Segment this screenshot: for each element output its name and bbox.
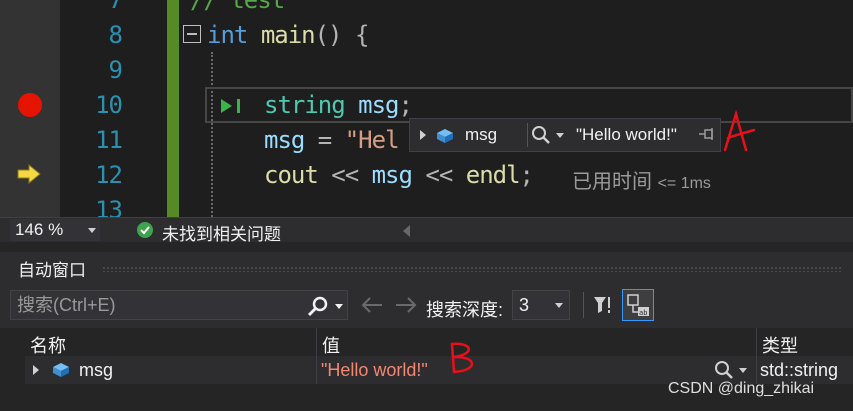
code-punct: ; [519,161,534,189]
expand-icon[interactable] [33,365,39,375]
search-field[interactable] [10,290,348,320]
search-input[interactable] [17,294,297,316]
code-line-12: cout << msg << endl; [264,161,534,189]
search-depth-select[interactable]: 3 [512,290,570,320]
tab-view-button[interactable]: ab [622,289,654,321]
column-type[interactable]: 类型 [762,332,798,358]
search-depth-label: 搜索深度: [426,300,504,320]
pin-icon[interactable] [698,127,716,141]
object-cube-icon [53,363,69,377]
svg-text:ab: ab [639,309,647,317]
code-line-11: msg = "Hel [264,126,400,154]
perf-tip-label: 已用时间 [572,171,652,193]
code-identifier: msg [358,91,399,119]
visualizer-dropdown[interactable] [556,133,564,138]
code-identifier: msg [371,161,413,189]
code-keyword: int [207,21,248,49]
code-string: "Hel [344,126,400,154]
toolbar-divider [583,292,584,318]
editor-status-strip: 146 % 未找到相关问题 [0,217,853,244]
annotation-a [723,110,756,152]
code-punct: ; [398,91,413,119]
code-operator: << [317,161,372,189]
autos-title: 自动窗口 [18,261,86,280]
line-number: 9 [108,56,123,84]
zoom-value: 146 % [15,220,64,239]
datatip-value[interactable]: "Hello world!" [576,125,677,145]
tab-view-icon: ab [627,294,649,317]
search-icon[interactable] [307,296,329,318]
datatip[interactable]: msg "Hello world!" [409,118,721,152]
chevron-down-icon [555,303,563,308]
perf-tip-value: <= 1ms [657,175,711,192]
annotation-b [450,342,474,374]
search-depth-value: 3 [519,295,530,315]
object-cube-icon [437,129,453,143]
title-grip [102,266,842,272]
code-line-10: string msg; [264,91,413,119]
grid-gutter [0,356,25,384]
variable-name: msg [79,360,114,380]
column-divider[interactable] [756,328,757,356]
search-options-dropdown[interactable] [335,304,343,309]
zoom-select[interactable]: 146 % [10,219,100,241]
collapse-icon[interactable] [183,25,201,43]
autos-title-bar[interactable]: 自动窗口 [0,242,853,282]
back-arrow-icon[interactable] [360,296,384,314]
expand-icon[interactable] [420,130,426,140]
column-name[interactable]: 名称 [30,332,66,358]
code-comment: // test [190,0,285,14]
code-operator: << [411,161,466,189]
variable-value[interactable]: "Hello world!" [321,360,428,381]
column-divider[interactable] [316,328,317,356]
check-icon [137,222,153,238]
search-icon[interactable] [531,125,551,145]
search-icon[interactable] [714,360,734,380]
line-number: 13 [95,196,123,217]
code-line-8: int main() { [207,21,370,49]
divider [527,123,528,147]
code-function: cout [264,161,319,189]
perf-tip[interactable]: 已用时间 <= 1ms [572,165,711,194]
line-number: 11 [95,126,123,154]
line-number: 12 [95,161,123,189]
datatip-name: msg [465,125,498,144]
code-identifier: msg [264,126,305,154]
line-number: 8 [108,21,123,49]
scroll-left-icon[interactable] [403,225,410,237]
code-function: endl [465,161,521,189]
line-number: 7 [108,0,123,14]
code-punct: () { [314,21,370,49]
code-operator: = [304,126,345,154]
column-divider [316,356,317,384]
visualizer-dropdown[interactable] [739,368,747,373]
forward-arrow-icon[interactable] [394,296,418,314]
current-statement-arrow-icon [17,164,41,184]
column-value[interactable]: 值 [322,332,340,358]
breakpoint-icon[interactable] [18,93,42,117]
run-to-click-icon[interactable] [219,97,245,115]
changed-lines-bar [167,0,179,217]
variable-type: std::string [760,360,839,380]
code-function: main [260,21,316,49]
line-number: 10 [95,91,123,119]
code-type: string [264,91,346,119]
autos-toolbar: 搜索深度: 3 ab [0,282,853,328]
filter-icon[interactable] [592,294,614,316]
code-editor[interactable]: 7 8 9 10 11 12 13 // test int main() { s… [0,0,853,217]
grid-header: 名称 值 类型 [0,328,853,356]
chevron-down-icon [88,228,96,233]
watermark: CSDN @ding_zhikai [668,380,815,397]
indent-guide [211,52,213,217]
